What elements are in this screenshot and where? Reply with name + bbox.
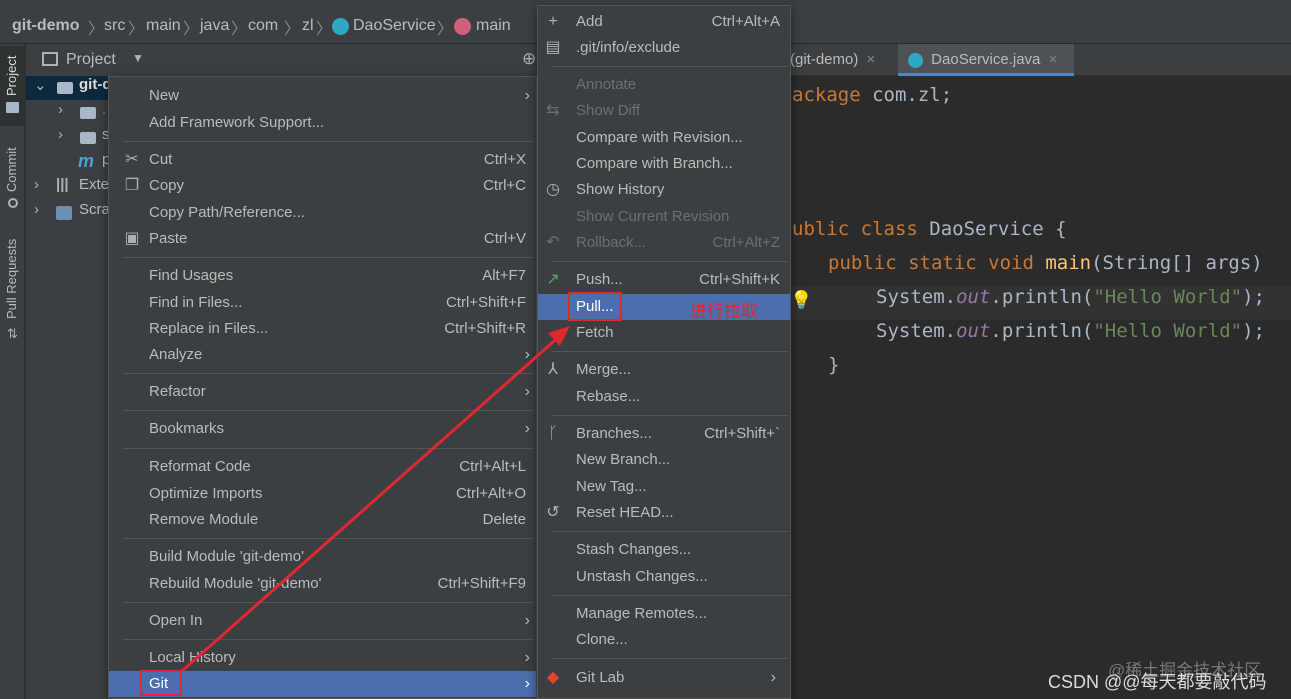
annotation-arrow: [181, 326, 570, 673]
watermark-csdn: CSDN @@每天都要敲代码: [1048, 672, 1267, 692]
arrow-line: [181, 332, 563, 673]
